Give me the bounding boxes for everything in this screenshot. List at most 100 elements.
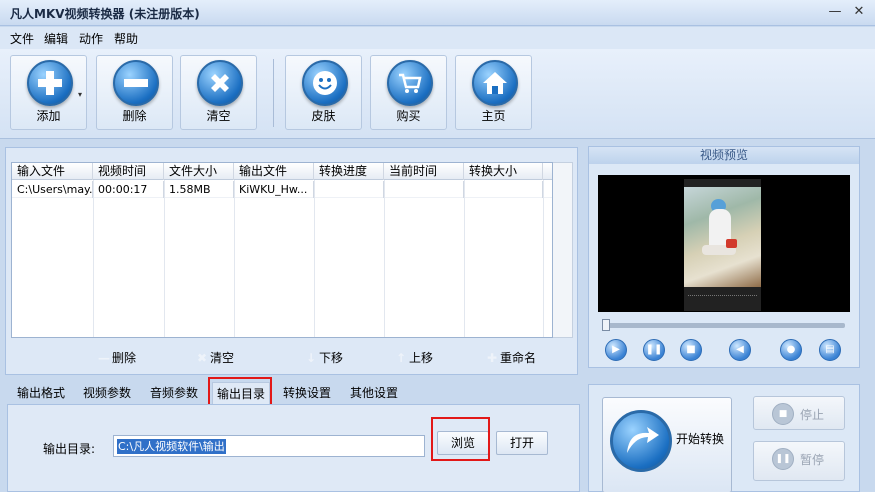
tab-audio-params[interactable]: 音频参数 xyxy=(150,382,198,404)
minus-icon: — xyxy=(98,351,110,365)
close-button[interactable]: ✕ xyxy=(850,3,868,21)
grid-line xyxy=(234,180,235,337)
tab-output-format[interactable]: 输出格式 xyxy=(17,382,65,404)
x-icon: ✖ xyxy=(196,351,208,365)
home-icon xyxy=(472,60,518,106)
conversion-panel: 开始转换 ■ 停止 ❚❚ 暂停 xyxy=(588,384,860,492)
tab-video-params[interactable]: 视频参数 xyxy=(83,382,131,404)
list-rename-label: 重命名 xyxy=(500,351,537,365)
list-delete-label: 删除 xyxy=(112,351,137,365)
column-output-file[interactable]: 输出文件 xyxy=(234,163,314,180)
toolbar-separator xyxy=(273,59,274,127)
skin-button[interactable]: 皮肤 xyxy=(285,55,362,130)
home-button[interactable]: 主页 xyxy=(455,55,532,130)
stop-convert-button[interactable]: ■ 停止 xyxy=(753,396,845,430)
minus-icon xyxy=(113,60,159,106)
column-progress[interactable]: 转换进度 xyxy=(314,163,384,180)
clear-label: 清空 xyxy=(206,109,231,123)
stop-icon[interactable]: ■ xyxy=(680,339,702,361)
menu-help[interactable]: 帮助 xyxy=(114,30,138,47)
output-directory-value: C:\凡人视频软件\输出 xyxy=(117,439,226,454)
cell-video-time: 00:00:17 xyxy=(93,181,164,198)
grid-line xyxy=(464,180,465,337)
grid-line xyxy=(543,180,544,337)
list-clear-label: 清空 xyxy=(210,351,235,365)
volume-icon[interactable]: ◀ xyxy=(729,339,751,361)
title-bar: 凡人MKV视频转换器 (未注册版本) — ✕ xyxy=(0,0,875,26)
column-video-time[interactable]: 视频时间 xyxy=(93,163,164,180)
cart-icon xyxy=(387,60,433,106)
output-directory-label: 输出目录: xyxy=(43,442,96,456)
plus-icon xyxy=(27,60,73,106)
cell-output-file: KiWKU_Hw... xyxy=(234,181,314,198)
output-directory-input[interactable]: C:\凡人视频软件\输出 xyxy=(113,435,425,457)
buy-label: 购买 xyxy=(396,109,421,123)
output-directory-panel: 输出目录: C:\凡人视频软件\输出 浏览 打开 xyxy=(7,404,580,492)
column-input-file[interactable]: 输入文件 xyxy=(12,163,93,180)
column-current-time[interactable]: 当前时间 xyxy=(384,163,464,180)
video-preview-panel: 视频预览 ▶ ❚❚ ■ ◀ ● ▤ xyxy=(588,146,860,368)
clear-button[interactable]: 清空 xyxy=(180,55,257,130)
file-list-panel: 输入文件 视频时间 文件大小 输出文件 转换进度 当前时间 转换大小 C:\Us… xyxy=(5,147,578,375)
preview-title: 视频预览 xyxy=(589,147,859,164)
folder-icon[interactable]: ▤ xyxy=(819,339,841,361)
cell-input-file: C:\Users\may... xyxy=(12,181,93,198)
grid-line xyxy=(164,180,165,337)
skin-label: 皮肤 xyxy=(311,109,336,123)
tab-other-settings[interactable]: 其他设置 xyxy=(350,382,398,404)
pause-convert-button[interactable]: ❚❚ 暂停 xyxy=(753,441,845,481)
stop-icon: ■ xyxy=(772,403,794,425)
highlight-browse-button xyxy=(431,417,490,461)
video-figure-bag xyxy=(726,239,737,248)
rename-icon: ✚ xyxy=(486,351,498,365)
list-move-up-label: 上移 xyxy=(409,351,434,365)
start-convert-button[interactable]: 开始转换 xyxy=(602,397,732,492)
add-label: 添加 xyxy=(36,109,61,123)
menu-action[interactable]: 动作 xyxy=(79,30,103,47)
menu-file[interactable]: 文件 xyxy=(10,30,34,47)
pause-icon[interactable]: ❚❚ xyxy=(643,339,665,361)
column-converted-size[interactable]: 转换大小 xyxy=(464,163,543,180)
grid-line xyxy=(314,180,315,337)
delete-button[interactable]: 删除 xyxy=(96,55,173,130)
stop-convert-label: 停止 xyxy=(800,408,825,422)
seek-bar[interactable] xyxy=(602,319,845,331)
home-label: 主页 xyxy=(481,109,506,123)
file-table[interactable]: 输入文件 视频时间 文件大小 输出文件 转换进度 当前时间 转换大小 C:\Us… xyxy=(11,162,553,338)
list-delete-button[interactable]: — 删除 xyxy=(96,349,136,367)
x-icon xyxy=(197,60,243,106)
arrow-down-icon: ↓ xyxy=(305,351,317,365)
play-icon[interactable]: ▶ xyxy=(605,339,627,361)
refresh-arrow-icon xyxy=(610,410,672,472)
chevron-down-icon[interactable]: ▾ xyxy=(78,90,82,99)
snapshot-icon[interactable]: ● xyxy=(780,339,802,361)
list-move-down-button[interactable]: ↓ 下移 xyxy=(303,349,343,367)
tab-conversion-settings[interactable]: 转换设置 xyxy=(283,382,331,404)
arrow-up-icon: ↑ xyxy=(395,351,407,365)
start-convert-label: 开始转换 xyxy=(676,432,725,446)
cell-current-time xyxy=(384,181,464,198)
grid-line xyxy=(93,180,94,337)
table-scrollbar[interactable] xyxy=(553,162,573,338)
delete-label: 删除 xyxy=(122,109,147,123)
video-overlay xyxy=(688,295,757,301)
grid-line xyxy=(384,180,385,337)
smiley-icon xyxy=(302,60,348,106)
settings-tabs: 输出格式 视频参数 音频参数 输出目录 转换设置 其他设置 xyxy=(7,378,580,406)
open-button[interactable]: 打开 xyxy=(496,431,548,455)
list-move-down-label: 下移 xyxy=(319,351,344,365)
buy-button[interactable]: 购买 xyxy=(370,55,447,130)
cell-converted-size xyxy=(464,181,543,198)
video-screen xyxy=(598,175,850,312)
seek-handle[interactable] xyxy=(602,319,610,331)
list-move-up-button[interactable]: ↑ 上移 xyxy=(393,349,433,367)
add-button[interactable]: ▾ 添加 xyxy=(10,55,87,130)
list-clear-button[interactable]: ✖ 清空 xyxy=(194,349,234,367)
list-rename-button[interactable]: ✚ 重命名 xyxy=(484,349,536,367)
minimize-button[interactable]: — xyxy=(826,3,844,21)
video-frame xyxy=(684,179,761,311)
menu-edit[interactable]: 编辑 xyxy=(44,30,68,47)
cell-file-size: 1.58MB xyxy=(164,181,234,198)
menu-bar: 文件 编辑 动作 帮助 xyxy=(0,27,875,49)
column-file-size[interactable]: 文件大小 xyxy=(164,163,234,180)
